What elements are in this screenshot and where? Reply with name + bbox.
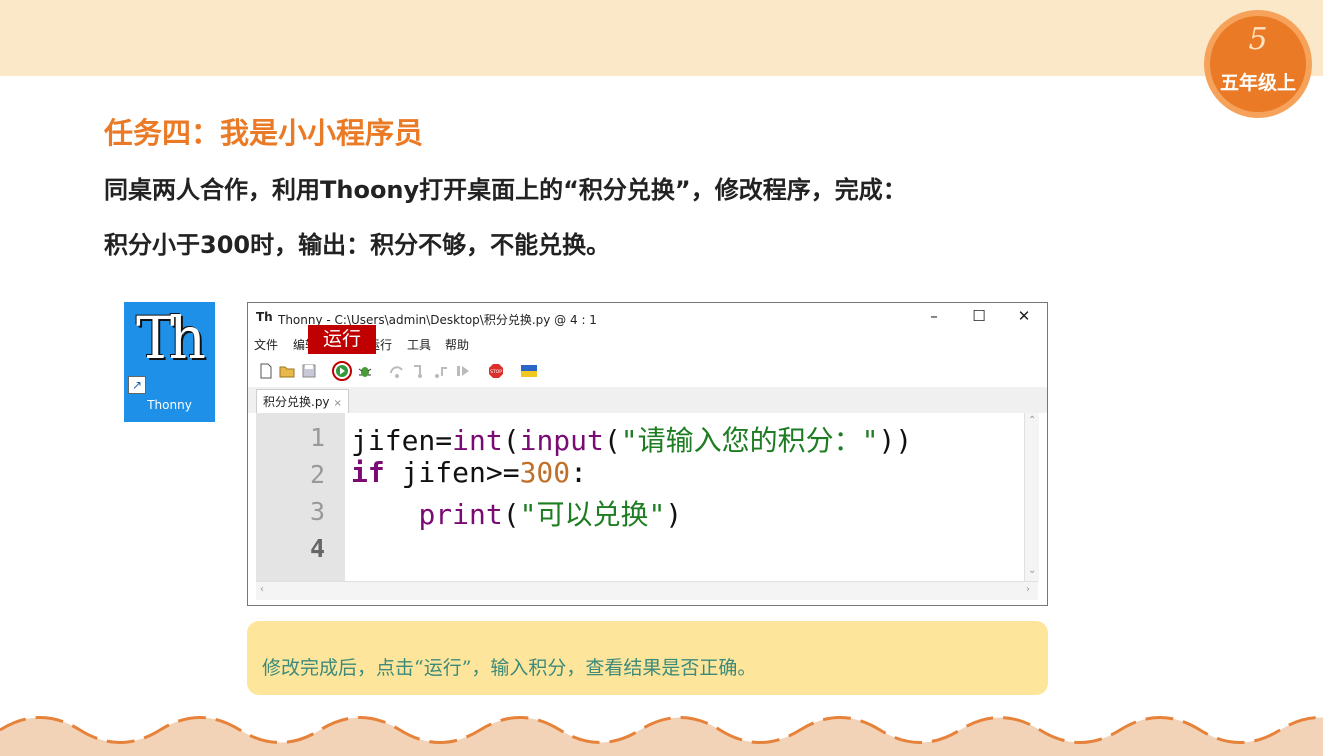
svg-text:STOP: STOP <box>490 369 502 375</box>
horizontal-scrollbar[interactable]: ‹ › <box>256 581 1038 600</box>
maximize-button[interactable]: ☐ <box>964 307 994 325</box>
scroll-right-icon[interactable]: › <box>1026 584 1030 595</box>
editor-tabs: 积分兑换.py × <box>248 387 1047 414</box>
debug-icon[interactable] <box>357 363 373 379</box>
code-line-3: print("可以兑换") <box>418 498 683 531</box>
close-button[interactable]: ✕ <box>1009 307 1039 325</box>
scroll-up-icon[interactable]: ⌃ <box>1028 415 1036 426</box>
header-band <box>0 0 1323 76</box>
instruction-line-1: 同桌两人合作，利用Thoony打开桌面上的“积分兑换”，修改程序，完成： <box>104 176 907 204</box>
toolbar: STOP <box>248 355 1047 387</box>
open-folder-icon[interactable] <box>279 363 295 379</box>
line-number: 3 <box>309 497 325 526</box>
hint-text: 修改完成后，点击“运行”，输入积分，查看结果是否正确。 <box>262 657 757 679</box>
thonny-desktop-icon[interactable]: Th ↗ Thonny <box>124 302 215 422</box>
ukraine-flag-icon[interactable] <box>521 363 537 379</box>
menu-tools[interactable]: 工具 <box>407 336 431 353</box>
line-number: 2 <box>309 460 325 489</box>
thonny-logo-icon: Th <box>136 304 206 372</box>
new-file-icon[interactable] <box>258 363 274 379</box>
shortcut-arrow-icon: ↗ <box>128 376 146 394</box>
instruction-line-2: 积分小于300时，输出：积分不够，不能兑换。 <box>104 231 611 259</box>
code-editor[interactable]: jifen=int(input("请输入您的积分：")) if jifen>=3… <box>345 413 1024 581</box>
vertical-scrollbar[interactable]: ⌃ ⌄ <box>1024 413 1039 581</box>
step-out-icon[interactable] <box>433 363 449 379</box>
scroll-left-icon[interactable]: ‹ <box>260 584 264 595</box>
code-line-1: jifen=int(input("请输入您的积分：")) <box>351 424 913 457</box>
tab-jifen-duihuan[interactable]: 积分兑换.py × <box>256 389 349 414</box>
decorative-wave-border <box>0 716 1323 756</box>
run-icon[interactable] <box>332 361 352 381</box>
line-number: 1 <box>309 423 325 452</box>
save-icon[interactable] <box>301 363 317 379</box>
step-over-icon[interactable] <box>389 363 405 379</box>
grade-badge: 5 五年级上 <box>1204 10 1312 118</box>
grade-badge-text: 五年级上 <box>1219 72 1296 94</box>
menu-help[interactable]: 帮助 <box>445 336 469 353</box>
resume-icon[interactable] <box>455 363 471 379</box>
thonny-app-icon: Th <box>256 310 273 324</box>
code-line-2: if jifen>=300: <box>351 456 588 489</box>
thonny-window: Th Thonny - C:\Users\admin\Desktop\积分兑换.… <box>247 302 1048 606</box>
step-into-icon[interactable] <box>411 363 427 379</box>
minimize-button[interactable]: – <box>919 307 949 325</box>
menu-file[interactable]: 文件 <box>254 336 278 353</box>
task-title: 任务四：我是小小程序员 <box>104 116 424 150</box>
desktop-icon-label: Thonny <box>147 398 192 412</box>
run-callout-label: 运行 <box>308 325 376 354</box>
scroll-down-icon[interactable]: ⌄ <box>1028 565 1036 576</box>
line-number-gutter: 1 2 3 4 <box>256 413 345 581</box>
stop-icon[interactable]: STOP <box>488 363 504 379</box>
line-number-current: 4 <box>309 534 325 563</box>
tab-label: 积分兑换.py <box>263 395 330 409</box>
grade-badge-inner: 5 五年级上 <box>1210 16 1306 112</box>
grade-badge-number: 5 <box>1248 22 1268 57</box>
tab-close-icon[interactable]: × <box>334 398 342 409</box>
hint-box: 修改完成后，点击“运行”，输入积分，查看结果是否正确。 <box>247 621 1048 695</box>
